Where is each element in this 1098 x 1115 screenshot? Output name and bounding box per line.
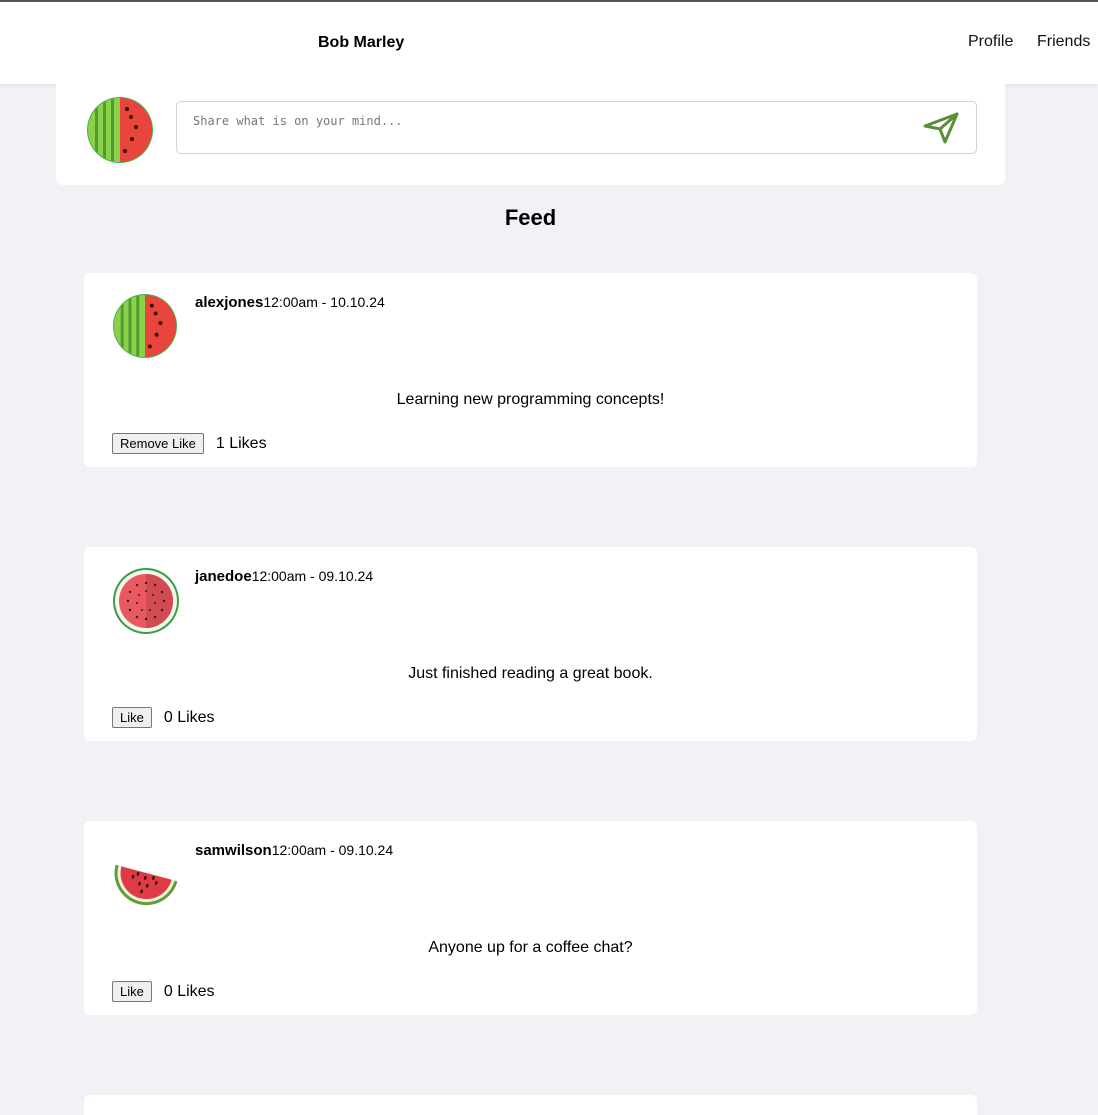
feed-title: Feed [504,205,557,230]
post-content: Learning new programming concepts! [396,391,665,408]
like-button[interactable]: Like [112,981,152,1002]
post-username[interactable]: janedoe [195,568,252,585]
navbar: Bob Marley Profile Friends [0,2,1098,84]
post-timestamp: 12:00am - 10.10.24 [263,294,385,310]
post-actions: Like 0 Likes [112,981,215,1002]
post-header: janedoe12:00am - 09.10.24 [195,568,373,585]
watermelon-half-icon [112,293,178,364]
like-button[interactable]: Like [112,707,152,728]
post-card: janedoe12:00am - 09.10.24 Just finished … [84,547,977,741]
post-actions: Like 0 Likes [112,707,215,728]
post-card: samwilson12:00am - 09.10.24 Anyone up fo… [84,821,977,1015]
post-content: Just finished reading a great book. [408,665,653,682]
post-card [84,1095,977,1115]
current-user-name: Bob Marley [318,34,405,51]
nav-link-profile[interactable]: Profile [968,33,1013,51]
like-count: 0 Likes [163,708,215,726]
send-icon[interactable] [921,110,961,146]
watermelon-slice-icon [112,841,180,914]
watermelon-half-icon [86,96,154,169]
post-content: Anyone up for a coffee chat? [428,939,633,956]
post-header: samwilson12:00am - 09.10.24 [195,842,393,859]
post-timestamp: 12:00am - 09.10.24 [251,568,374,584]
composer-box [176,101,977,154]
post-timestamp: 12:00am - 09.10.24 [271,842,394,858]
post-username[interactable]: alexjones [195,294,263,311]
post-username[interactable]: samwilson [195,842,272,859]
watermelon-round-icon [112,567,180,640]
like-count: 0 Likes [163,982,215,1000]
post-header: alexjones12:00am - 10.10.24 [195,294,385,311]
like-count: 1 Likes [215,434,267,452]
post-card: alexjones12:00am - 10.10.24 Learning new… [84,273,977,467]
post-actions: Remove Like 1 Likes [112,433,267,454]
post-composer [56,84,1005,185]
nav-link-friends[interactable]: Friends [1037,33,1090,51]
remove-like-button[interactable]: Remove Like [112,433,204,454]
post-input[interactable] [191,112,911,144]
